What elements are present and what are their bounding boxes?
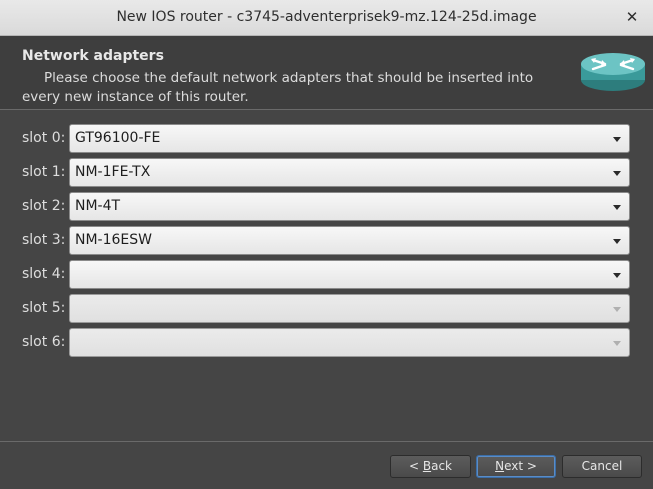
slot-row-6: slot 6: xyxy=(0,328,653,358)
back-button-prefix: < xyxy=(408,459,423,473)
next-button[interactable]: Next > xyxy=(476,455,556,478)
slot-label-2: slot 2: xyxy=(22,198,66,214)
next-button-label: ext > xyxy=(504,459,537,473)
title-bar[interactable]: New IOS router - c3745-adventerprisek9-m… xyxy=(0,0,653,36)
slot-5-dropdown xyxy=(69,294,630,323)
close-icon[interactable]: ✕ xyxy=(623,8,641,26)
dialog-window: New IOS router - c3745-adventerprisek9-m… xyxy=(0,0,653,489)
slot-4-dropdown[interactable] xyxy=(69,260,630,289)
chevron-down-icon xyxy=(613,341,621,346)
slot-row-5: slot 5: xyxy=(0,294,653,324)
slot-0-dropdown[interactable]: GT96100-FE xyxy=(69,124,630,153)
slot-0-value: GT96100-FE xyxy=(75,130,161,146)
chevron-down-icon xyxy=(613,205,621,210)
wizard-header: Network adapters Please choose the defau… xyxy=(0,36,653,110)
slot-6-dropdown xyxy=(69,328,630,357)
slot-label-4: slot 4: xyxy=(22,266,66,282)
slot-2-dropdown[interactable]: NM-4T xyxy=(69,192,630,221)
slot-1-dropdown[interactable]: NM-1FE-TX xyxy=(69,158,630,187)
slot-2-value: NM-4T xyxy=(75,198,121,214)
router-icon xyxy=(581,53,645,91)
next-button-mnemonic: N xyxy=(495,459,505,473)
chevron-down-icon xyxy=(613,239,621,244)
back-button-mnemonic: B xyxy=(422,459,432,473)
slot-row-4: slot 4: xyxy=(0,260,653,290)
chevron-down-icon xyxy=(613,137,621,142)
page-title: Network adapters xyxy=(22,48,164,64)
chevron-down-icon xyxy=(613,273,621,278)
back-button[interactable]: < Back xyxy=(390,455,471,478)
slot-3-dropdown[interactable]: NM-16ESW xyxy=(69,226,630,255)
slot-row-3: slot 3: NM-16ESW xyxy=(0,226,653,256)
slot-label-1: slot 1: xyxy=(22,164,66,180)
slot-1-value: NM-1FE-TX xyxy=(75,164,151,180)
slot-label-6: slot 6: xyxy=(22,334,66,350)
page-subtitle: Please choose the default network adapte… xyxy=(22,70,534,105)
slot-3-value: NM-16ESW xyxy=(75,232,152,248)
footer-divider xyxy=(0,441,653,442)
chevron-down-icon xyxy=(613,307,621,312)
back-button-label: ack xyxy=(431,459,452,473)
slot-label-3: slot 3: xyxy=(22,232,66,248)
chevron-down-icon xyxy=(613,171,621,176)
slot-row-0: slot 0: GT96100-FE xyxy=(0,124,653,154)
window-title: New IOS router - c3745-adventerprisek9-m… xyxy=(116,9,537,25)
cancel-button[interactable]: Cancel xyxy=(562,455,642,478)
slot-label-0: slot 0: xyxy=(22,130,66,146)
slot-row-2: slot 2: NM-4T xyxy=(0,192,653,222)
slot-label-5: slot 5: xyxy=(22,300,66,316)
slot-row-1: slot 1: NM-1FE-TX xyxy=(0,158,653,188)
